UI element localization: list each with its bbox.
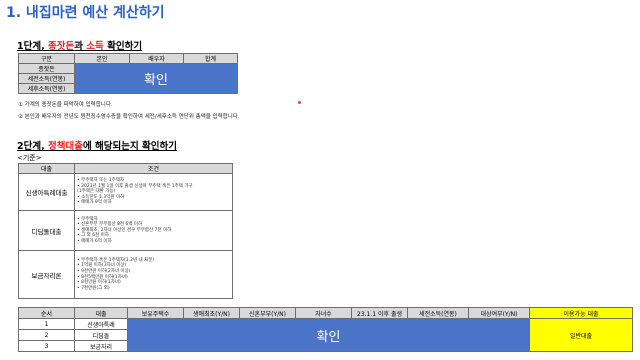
step1-note-1: ① 가계의 종잣돈을 파악하여 입력합니다. [18,102,113,108]
header-pretax-income: 세전소득(연봉) [407,307,469,319]
loan-conditions-didimdol: • 무주택자 • 신혼부부 부부합산 8천 6백 이하 • 생애최초, 2자녀 … [74,210,233,251]
header-spouse: 배우자 [129,53,184,64]
row-loan-name: 신생아특례 [74,318,128,330]
header-order: 순서 [18,307,75,319]
step2-suffix: 에 해당되는지 확인하기 [82,141,177,152]
step1-suffix: 확인하기 [103,41,143,52]
header-first-time: 생애최초(Y/N) [183,307,240,319]
loan-name-didimdol: 디딤돌대출 [18,210,75,251]
step1-highlight-seed: 종잣돈 [48,41,75,52]
step1-note-2: ② 본인과 배우자의 전년도 원천징수영수증을 확인하여 세전/세후소득 연단위… [18,114,240,120]
header-loan-type: 대출 [74,307,128,319]
step1-connector: 과 [74,41,87,52]
eligibility-confirm-button[interactable]: 확인 [127,318,530,352]
step2-highlight-policy-loan: 정책대출 [48,141,83,152]
condition-item: • 매매가 6억 이하 [77,238,112,244]
header-self: 본인 [74,53,130,64]
loan-name-bogeumjari: 보금자리론 [18,250,75,299]
red-marker-dot [298,101,301,104]
page-title: 1. 내집마련 예산 계산하기 [6,5,165,21]
header-conditions: 조건 [74,163,233,174]
row-loan-name: 보금자리 [74,340,128,352]
step1-confirm-button[interactable]: 확인 [74,63,238,94]
loan-criteria-table: 대출 조건 신생아특례대출 • 무주택자 또는 1주택자 • 2023년 1월 … [18,163,233,299]
row-order: 2 [18,329,75,341]
row-order: 3 [18,340,75,352]
loan-name-newborn: 신생아특례대출 [18,173,75,211]
step2-prefix: 2단계, [17,141,49,152]
step1-highlight-income: 소득 [86,41,104,52]
row-label-aftertax-income: 세후소득(연봉) [18,83,75,94]
row-label-pretax-income: 세전소득(연봉) [18,73,75,84]
available-loan-result: 일반대출 [529,318,633,352]
condition-item: • 매매가 9억 이하 [77,200,112,206]
header-newlywed: 신혼부부(Y/N) [239,307,296,319]
header-houses-owned: 보유주택수 [127,307,184,319]
header-loan: 대출 [18,163,75,174]
header-born-after: 23.1.1 이후 출생 [351,307,408,319]
step1-input-table: 구분 본인 배우자 합계 종잣돈 확인 세전소득(연봉) 세후소득(연봉) [18,53,238,94]
header-available-loan: 이용가능 대출 [529,307,633,319]
row-label-seed-money: 종잣돈 [18,63,75,74]
step1-title: 1단계, 종잣돈과 소득 확인하기 [17,38,142,52]
row-loan-name: 디딤돌 [74,329,128,341]
header-total: 합계 [183,53,238,64]
loan-eligibility-table: 순서 대출 보유주택수 생애최초(Y/N) 신혼부부(Y/N) 자녀수 23.1… [18,307,633,352]
loan-conditions-newborn: • 무주택자 또는 1주택자 • 2023년 1월 1일 이후 출생 신생아 무… [74,173,233,211]
criteria-label: <기준> [17,154,42,162]
header-eligible: 대상여부(Y/N) [468,307,530,319]
row-order: 1 [18,318,75,330]
header-category: 구분 [18,53,75,64]
condition-item: • 7천만원(그 외) [77,285,110,291]
step2-title: 2단계, 정책대출에 해당되는지 확인하기 [17,138,177,152]
step1-prefix: 1단계, [17,41,49,52]
loan-conditions-bogeumjari: • 무주택자 혹은 1주택자(1.2년 내 처분) • 1억원 이하(3자녀 이… [74,250,233,299]
header-children: 자녀수 [295,307,352,319]
